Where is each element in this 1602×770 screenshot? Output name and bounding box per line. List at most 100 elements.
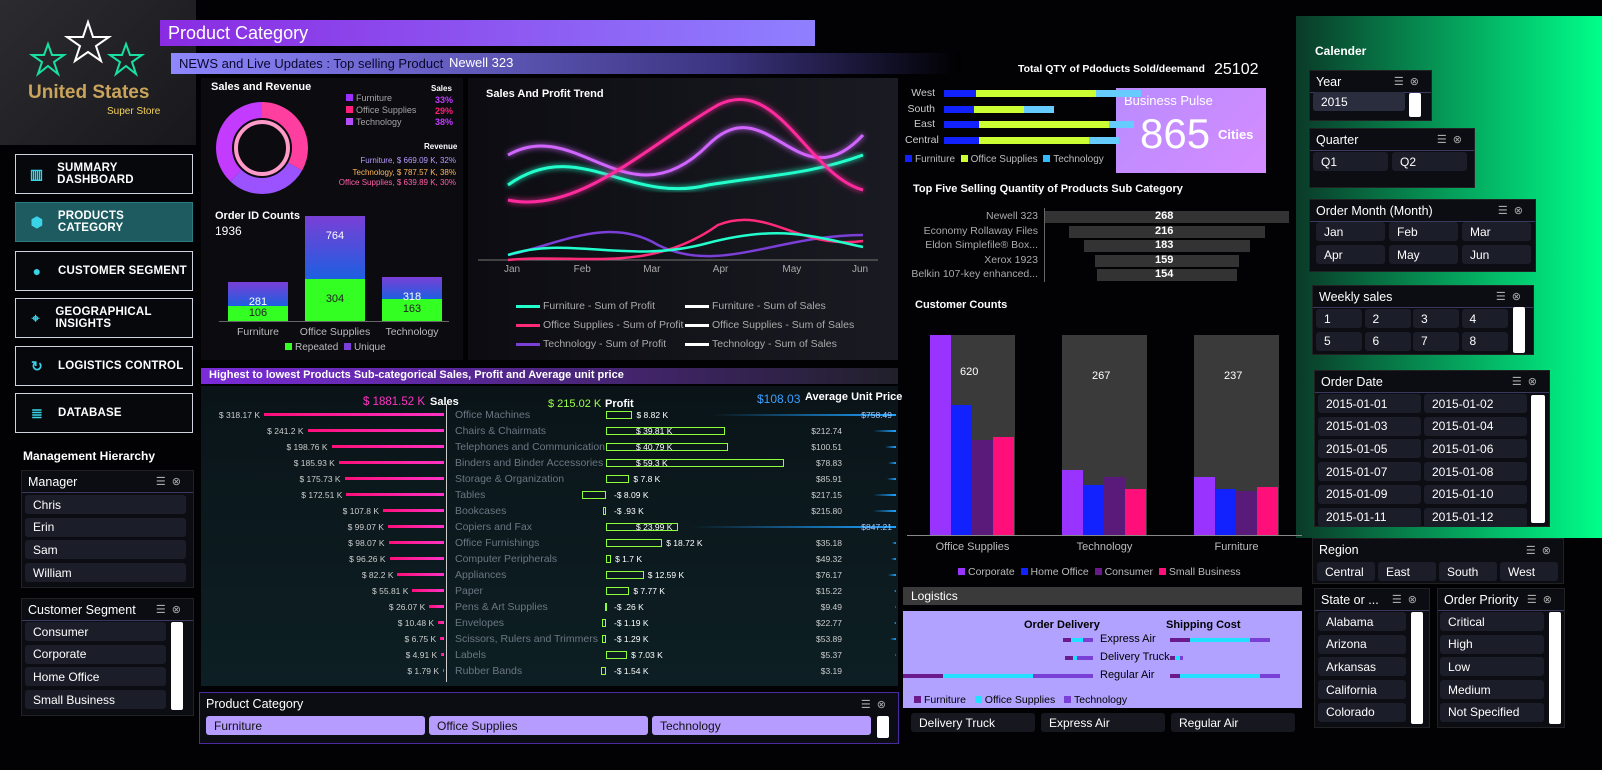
subcat-aup-value: $15.22 — [816, 586, 842, 596]
nav-label: DATABASE — [58, 407, 122, 419]
month-item[interactable]: Jun — [1462, 245, 1531, 264]
sales-label: Sales — [431, 84, 452, 93]
week-item[interactable]: 1 — [1316, 309, 1362, 328]
product-category-item[interactable]: Office Supplies — [429, 716, 648, 735]
quarter-item[interactable]: Q2 — [1392, 152, 1467, 171]
manager-item[interactable]: Erin — [25, 517, 186, 537]
business-pulse-card: Business Pulse 865 Cities — [1116, 88, 1266, 173]
year-scrollbar[interactable] — [1409, 93, 1421, 117]
segment-item[interactable]: Corporate — [25, 644, 166, 664]
date-item[interactable]: 2015-01-01 — [1318, 394, 1421, 413]
subcat-name: Telephones and Communication — [455, 441, 606, 453]
month-item[interactable]: Feb — [1389, 222, 1458, 241]
ship-mode-item[interactable]: Regular Air — [1171, 713, 1295, 732]
week-item[interactable]: 4 — [1461, 309, 1508, 328]
calendar-title: Calender — [1315, 44, 1367, 58]
order-legend: Repeated Unique — [285, 342, 386, 353]
month-item[interactable]: Mar — [1462, 222, 1531, 241]
filter-tools-icon[interactable]: ☰⊗ — [1496, 290, 1527, 303]
week-item[interactable]: 8 — [1461, 331, 1508, 351]
date-item[interactable]: 2015-01-05 — [1318, 439, 1421, 459]
state-item[interactable]: Arkansas — [1318, 657, 1406, 677]
week-item[interactable]: 7 — [1413, 331, 1459, 351]
nav-database-button[interactable]: ≣ DATABASE — [15, 393, 193, 433]
date-item[interactable]: 2015-01-08 — [1424, 462, 1527, 482]
weekly-scrollbar[interactable] — [1513, 307, 1525, 353]
subcat-sales-bar — [338, 461, 444, 464]
date-item[interactable]: 2015-01-04 — [1424, 416, 1527, 436]
nav-products-category-button[interactable]: ⬢ PRODUCTS CATEGORY — [15, 202, 193, 242]
date-item[interactable]: 2015-01-06 — [1424, 439, 1527, 459]
priority-item[interactable]: High — [1440, 634, 1544, 654]
cost-bar — [1260, 674, 1280, 678]
state-scrollbar[interactable] — [1411, 612, 1423, 724]
segment-item[interactable]: Consumer — [25, 622, 166, 641]
date-item[interactable]: 2015-01-07 — [1318, 462, 1421, 482]
date-item[interactable]: 2015-01-11 — [1318, 507, 1421, 527]
nav-customer-segment-button[interactable]: ● CUSTOMER SEGMENT — [15, 251, 193, 291]
prodcat-scrollbar[interactable] — [877, 716, 889, 738]
filter-tools-icon[interactable]: ☰⊗ — [1394, 75, 1425, 88]
state-item[interactable]: Colorado — [1318, 702, 1406, 722]
product-category-item[interactable]: Technology — [652, 716, 871, 735]
date-scrollbar[interactable] — [1531, 395, 1545, 523]
date-item[interactable]: 2015-01-02 — [1424, 394, 1527, 413]
week-item[interactable]: 6 — [1364, 331, 1411, 351]
customer-category-label: Furniture — [1214, 541, 1259, 553]
filter-tools-icon[interactable]: ☰⊗ — [861, 698, 892, 711]
month-item[interactable]: May — [1389, 245, 1458, 264]
priority-item[interactable]: Low — [1440, 657, 1544, 677]
filter-tools-icon[interactable]: ☰⊗ — [1392, 593, 1423, 606]
region-item[interactable]: West — [1500, 562, 1558, 581]
month-item[interactable]: Jan — [1316, 222, 1385, 241]
state-item[interactable]: Alabama — [1318, 612, 1406, 631]
segment-scrollbar[interactable] — [171, 622, 183, 710]
ship-mode-item[interactable]: Delivery Truck — [911, 713, 1035, 732]
legend-furniture: Furniture — [346, 93, 392, 103]
cost-bar — [1180, 674, 1260, 678]
priority-item[interactable]: Critical — [1440, 612, 1544, 631]
ship-mode-item[interactable]: Express Air — [1041, 713, 1165, 732]
filter-tools-icon[interactable]: ☰⊗ — [156, 475, 187, 488]
news-label: NEWS and Live Updates : Top selling Prod… — [179, 56, 444, 71]
manager-item[interactable]: Sam — [25, 540, 186, 560]
nav-geographical-insights-button[interactable]: ⌖ GEOGRAPHICAL INSIGHTS — [15, 298, 193, 338]
date-item[interactable]: 2015-01-12 — [1424, 507, 1527, 527]
segment-item[interactable]: Home Office — [25, 667, 166, 687]
year-item[interactable]: 2015 — [1313, 92, 1405, 111]
nav-summary-dashboard-button[interactable]: ▥ SUMMARY DASHBOARD — [15, 154, 193, 194]
filter-tools-icon[interactable]: ☰⊗ — [1437, 133, 1468, 146]
week-item[interactable]: 5 — [1316, 331, 1362, 351]
delivery-bar — [1033, 674, 1093, 678]
priority-item[interactable]: Not Specified — [1440, 702, 1544, 722]
filter-tools-icon[interactable]: ☰⊗ — [1498, 204, 1529, 217]
filter-tools-icon[interactable]: ☰⊗ — [156, 603, 187, 616]
date-item[interactable]: 2015-01-09 — [1318, 484, 1421, 504]
date-item[interactable]: 2015-01-03 — [1318, 416, 1421, 436]
month-item[interactable]: Apr — [1316, 245, 1385, 264]
date-item[interactable]: 2015-01-10 — [1424, 484, 1527, 504]
state-item[interactable]: Arizona — [1318, 634, 1406, 654]
manager-item[interactable]: Chris — [25, 495, 186, 514]
quarter-item[interactable]: Q1 — [1313, 152, 1388, 171]
filter-tools-icon[interactable]: ☰⊗ — [1512, 375, 1543, 388]
subcat-sales-value: $ 318.17 K — [218, 410, 260, 420]
subcat-sales-value: $ 82.2 K — [361, 570, 394, 580]
filter-tools-icon[interactable]: ☰⊗ — [1526, 544, 1557, 557]
logo-title: United States — [28, 82, 150, 103]
manager-item[interactable]: William — [25, 563, 186, 583]
state-item[interactable]: California — [1318, 680, 1406, 700]
priority-item[interactable]: Medium — [1440, 680, 1544, 700]
week-item[interactable]: 2 — [1364, 309, 1411, 328]
region-item[interactable]: East — [1378, 562, 1436, 581]
week-item[interactable]: 3 — [1413, 309, 1459, 328]
region-item[interactable]: Central — [1317, 562, 1375, 581]
nav-logistics-control-button[interactable]: ↻ LOGISTICS CONTROL — [15, 346, 193, 386]
segment-item[interactable]: Small Business — [25, 690, 166, 710]
priority-scrollbar[interactable] — [1549, 612, 1561, 724]
product-category-item[interactable]: Furniture — [206, 716, 425, 735]
filter-tools-icon[interactable]: ☰⊗ — [1527, 593, 1558, 606]
region-item[interactable]: South — [1439, 562, 1497, 581]
region-bar-office — [974, 105, 1024, 113]
order-category-label: Technology — [385, 326, 439, 338]
